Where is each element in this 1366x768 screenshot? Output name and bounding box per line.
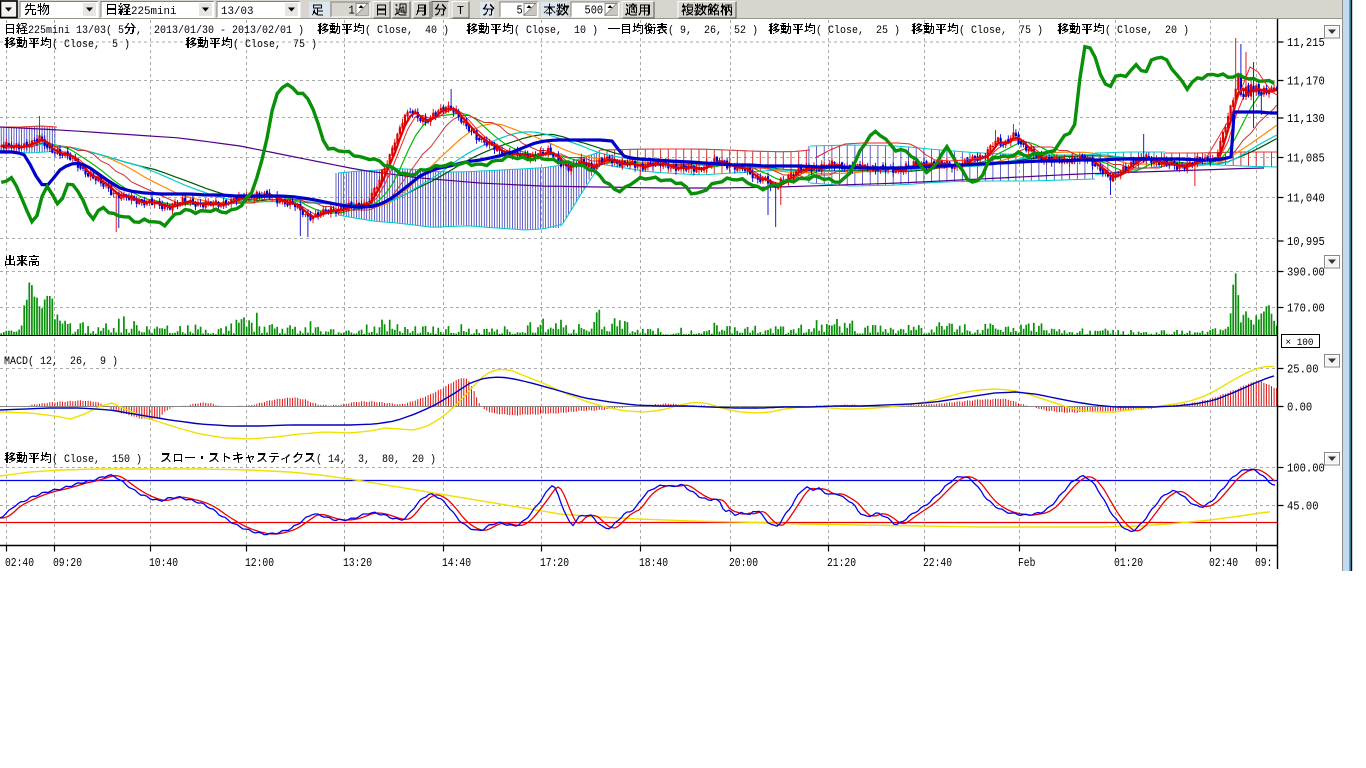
svg-text:02:40: 02:40	[5, 556, 34, 570]
svg-text:5: 5	[517, 5, 523, 18]
svg-text:09:: 09:	[1255, 556, 1272, 570]
svg-text:225mini 13/03( 5: 225mini 13/03( 5	[28, 25, 124, 37]
svg-text:10,995: 10,995	[1287, 235, 1325, 249]
svg-text:10:40: 10:40	[149, 556, 178, 570]
svg-text:170.00: 170.00	[1287, 302, 1325, 316]
svg-text:( Close, 10 ): ( Close, 10 )	[514, 25, 598, 37]
svg-text:( Close, 40 ): ( Close, 40 )	[365, 25, 449, 37]
svg-text:( Close, 75 ): ( Close, 75 )	[959, 25, 1043, 37]
svg-text:390.00: 390.00	[1287, 266, 1325, 280]
svg-text:( Close, 75 ): ( Close, 75 )	[233, 39, 317, 51]
svg-text:17:20: 17:20	[540, 556, 569, 570]
svg-text:25.00: 25.00	[1287, 363, 1319, 377]
svg-text:09:20: 09:20	[53, 556, 82, 570]
svg-text:11,170: 11,170	[1287, 75, 1325, 89]
svg-text:( Close, 150 ): ( Close, 150 )	[52, 454, 142, 466]
svg-text:02:40: 02:40	[1209, 556, 1238, 570]
svg-text:20:00: 20:00	[729, 556, 758, 570]
svg-text:45.00: 45.00	[1287, 500, 1319, 514]
svg-text:( Close, 25 ): ( Close, 25 )	[816, 25, 900, 37]
svg-text:MACD( 12, 26, 9 ): MACD( 12, 26, 9 )	[4, 356, 118, 368]
svg-text:( Close, 20 ): ( Close, 20 )	[1105, 25, 1189, 37]
svg-text:225mini: 225mini	[131, 6, 177, 18]
svg-text:× 100: × 100	[1286, 337, 1314, 349]
svg-text:T: T	[457, 4, 464, 18]
svg-text:13:20: 13:20	[343, 556, 372, 570]
svg-text:, 2013/01/30 - 2013/02/01 ): , 2013/01/30 - 2013/02/01 )	[136, 25, 304, 37]
svg-text:500: 500	[585, 5, 604, 18]
svg-text:11,215: 11,215	[1287, 36, 1325, 50]
svg-text:18:40: 18:40	[639, 556, 668, 570]
svg-text:22:40: 22:40	[923, 556, 952, 570]
svg-text:11,130: 11,130	[1287, 112, 1325, 126]
svg-text:12:00: 12:00	[245, 556, 274, 570]
svg-text:01:20: 01:20	[1114, 556, 1143, 570]
svg-text:14:40: 14:40	[442, 556, 471, 570]
svg-text:0.00: 0.00	[1287, 401, 1312, 415]
svg-text:( 9, 26, 52 ): ( 9, 26, 52 )	[668, 25, 758, 37]
svg-text:11,040: 11,040	[1287, 192, 1325, 206]
svg-text:( Close, 5 ): ( Close, 5 )	[52, 39, 130, 51]
svg-text:100.00: 100.00	[1287, 462, 1325, 476]
svg-text:Feb: Feb	[1018, 556, 1035, 570]
svg-text:13/03: 13/03	[221, 6, 254, 18]
svg-text:21:20: 21:20	[827, 556, 856, 570]
svg-text:( 14, 3, 80, 20 ): ( 14, 3, 80, 20 )	[316, 454, 436, 466]
svg-text:1: 1	[349, 5, 355, 18]
svg-text:11,085: 11,085	[1287, 152, 1325, 166]
